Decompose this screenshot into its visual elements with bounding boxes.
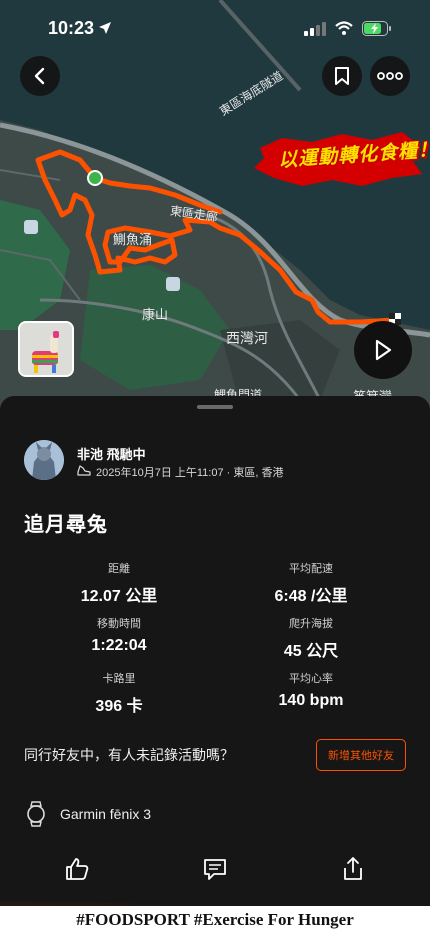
back-button[interactable] xyxy=(20,56,60,96)
stat-distance: 距離 12.07 公里 xyxy=(24,560,214,606)
stat-elevation-label: 爬升海拔 xyxy=(289,618,333,630)
share-button[interactable] xyxy=(338,854,368,884)
avatar-image xyxy=(24,440,64,480)
bookmark-icon xyxy=(335,67,349,85)
comment-icon xyxy=(204,859,226,880)
activity-title: 追月尋兔 xyxy=(24,514,108,536)
battery-icon xyxy=(362,21,391,36)
hashtag-caption: #FOODSPORT #Exercise For Hunger xyxy=(76,910,354,929)
map-label-kornhill: 康山 xyxy=(142,307,169,322)
stat-pace: 平均配速 6:48 /公里 xyxy=(216,560,406,606)
share-icon xyxy=(344,857,362,880)
stat-moving-time-label: 移動時間 xyxy=(97,618,141,630)
map-label-sai-wan-ho: 西灣河 xyxy=(226,330,268,346)
stat-pace-value: 6:48 /公里 xyxy=(274,588,348,605)
stat-pace-label: 平均配速 xyxy=(289,563,333,575)
save-route-button[interactable] xyxy=(322,56,362,96)
stat-calories: 卡路里 396 卡 xyxy=(24,670,214,716)
comment-button[interactable] xyxy=(200,854,230,884)
chevron-left-icon xyxy=(34,67,45,85)
device-name[interactable]: Garmin fēnix 3 xyxy=(60,806,151,822)
status-time: 10:23 xyxy=(48,18,95,38)
activity-date-location: 2025年10月7日 上午11:07 · 東區, 香港 xyxy=(96,467,284,479)
athlete-name[interactable]: 非池 飛馳中 xyxy=(77,444,146,463)
stat-moving-time: 移動時間 1:22:04 xyxy=(24,615,214,655)
more-dots-icon xyxy=(377,72,403,80)
more-options-button[interactable] xyxy=(370,56,410,96)
watch-icon xyxy=(27,801,45,827)
activity-photo-thumbnail[interactable] xyxy=(18,321,74,377)
stat-heart-rate: 平均心率 140 bpm xyxy=(216,670,406,710)
athlete-avatar[interactable] xyxy=(24,440,64,480)
group-activity-prompt: 同行好友中，有人未記錄活動嗎？ xyxy=(24,747,234,763)
stat-heart-rate-value: 140 bpm xyxy=(278,692,344,709)
cellular-signal-icon xyxy=(304,22,326,36)
play-flyover-button[interactable] xyxy=(354,321,412,379)
stat-distance-value: 12.07 公里 xyxy=(80,588,158,605)
stat-elevation-value: 45 公尺 xyxy=(283,643,339,660)
play-icon xyxy=(375,339,392,361)
stat-moving-time-value: 1:22:04 xyxy=(91,637,147,654)
stat-heart-rate-label: 平均心率 xyxy=(289,673,333,685)
location-arrow-icon xyxy=(99,22,111,34)
status-bar: 10:23 xyxy=(0,0,430,54)
thumbs-up-icon xyxy=(66,858,89,880)
stat-elevation: 爬升海拔 45 公尺 xyxy=(216,615,406,661)
kudos-button[interactable] xyxy=(62,854,92,884)
stat-calories-label: 卡路里 xyxy=(102,673,136,685)
activity-details-sheet: 非池 飛馳中 2025年10月7日 上午11:07 · 東區, 香港 追月尋兔 … xyxy=(0,396,430,932)
stat-distance-label: 距離 xyxy=(108,563,130,575)
add-friends-button[interactable]: 新增其他好友 xyxy=(316,739,406,771)
wifi-icon xyxy=(335,21,353,35)
map-label-quarry-bay: 鰂魚涌 xyxy=(113,232,153,247)
sheet-grabber[interactable] xyxy=(197,405,233,409)
running-shoe-icon xyxy=(77,465,91,476)
llama-pinata-image xyxy=(20,323,72,375)
stat-calories-value: 396 卡 xyxy=(95,698,143,715)
